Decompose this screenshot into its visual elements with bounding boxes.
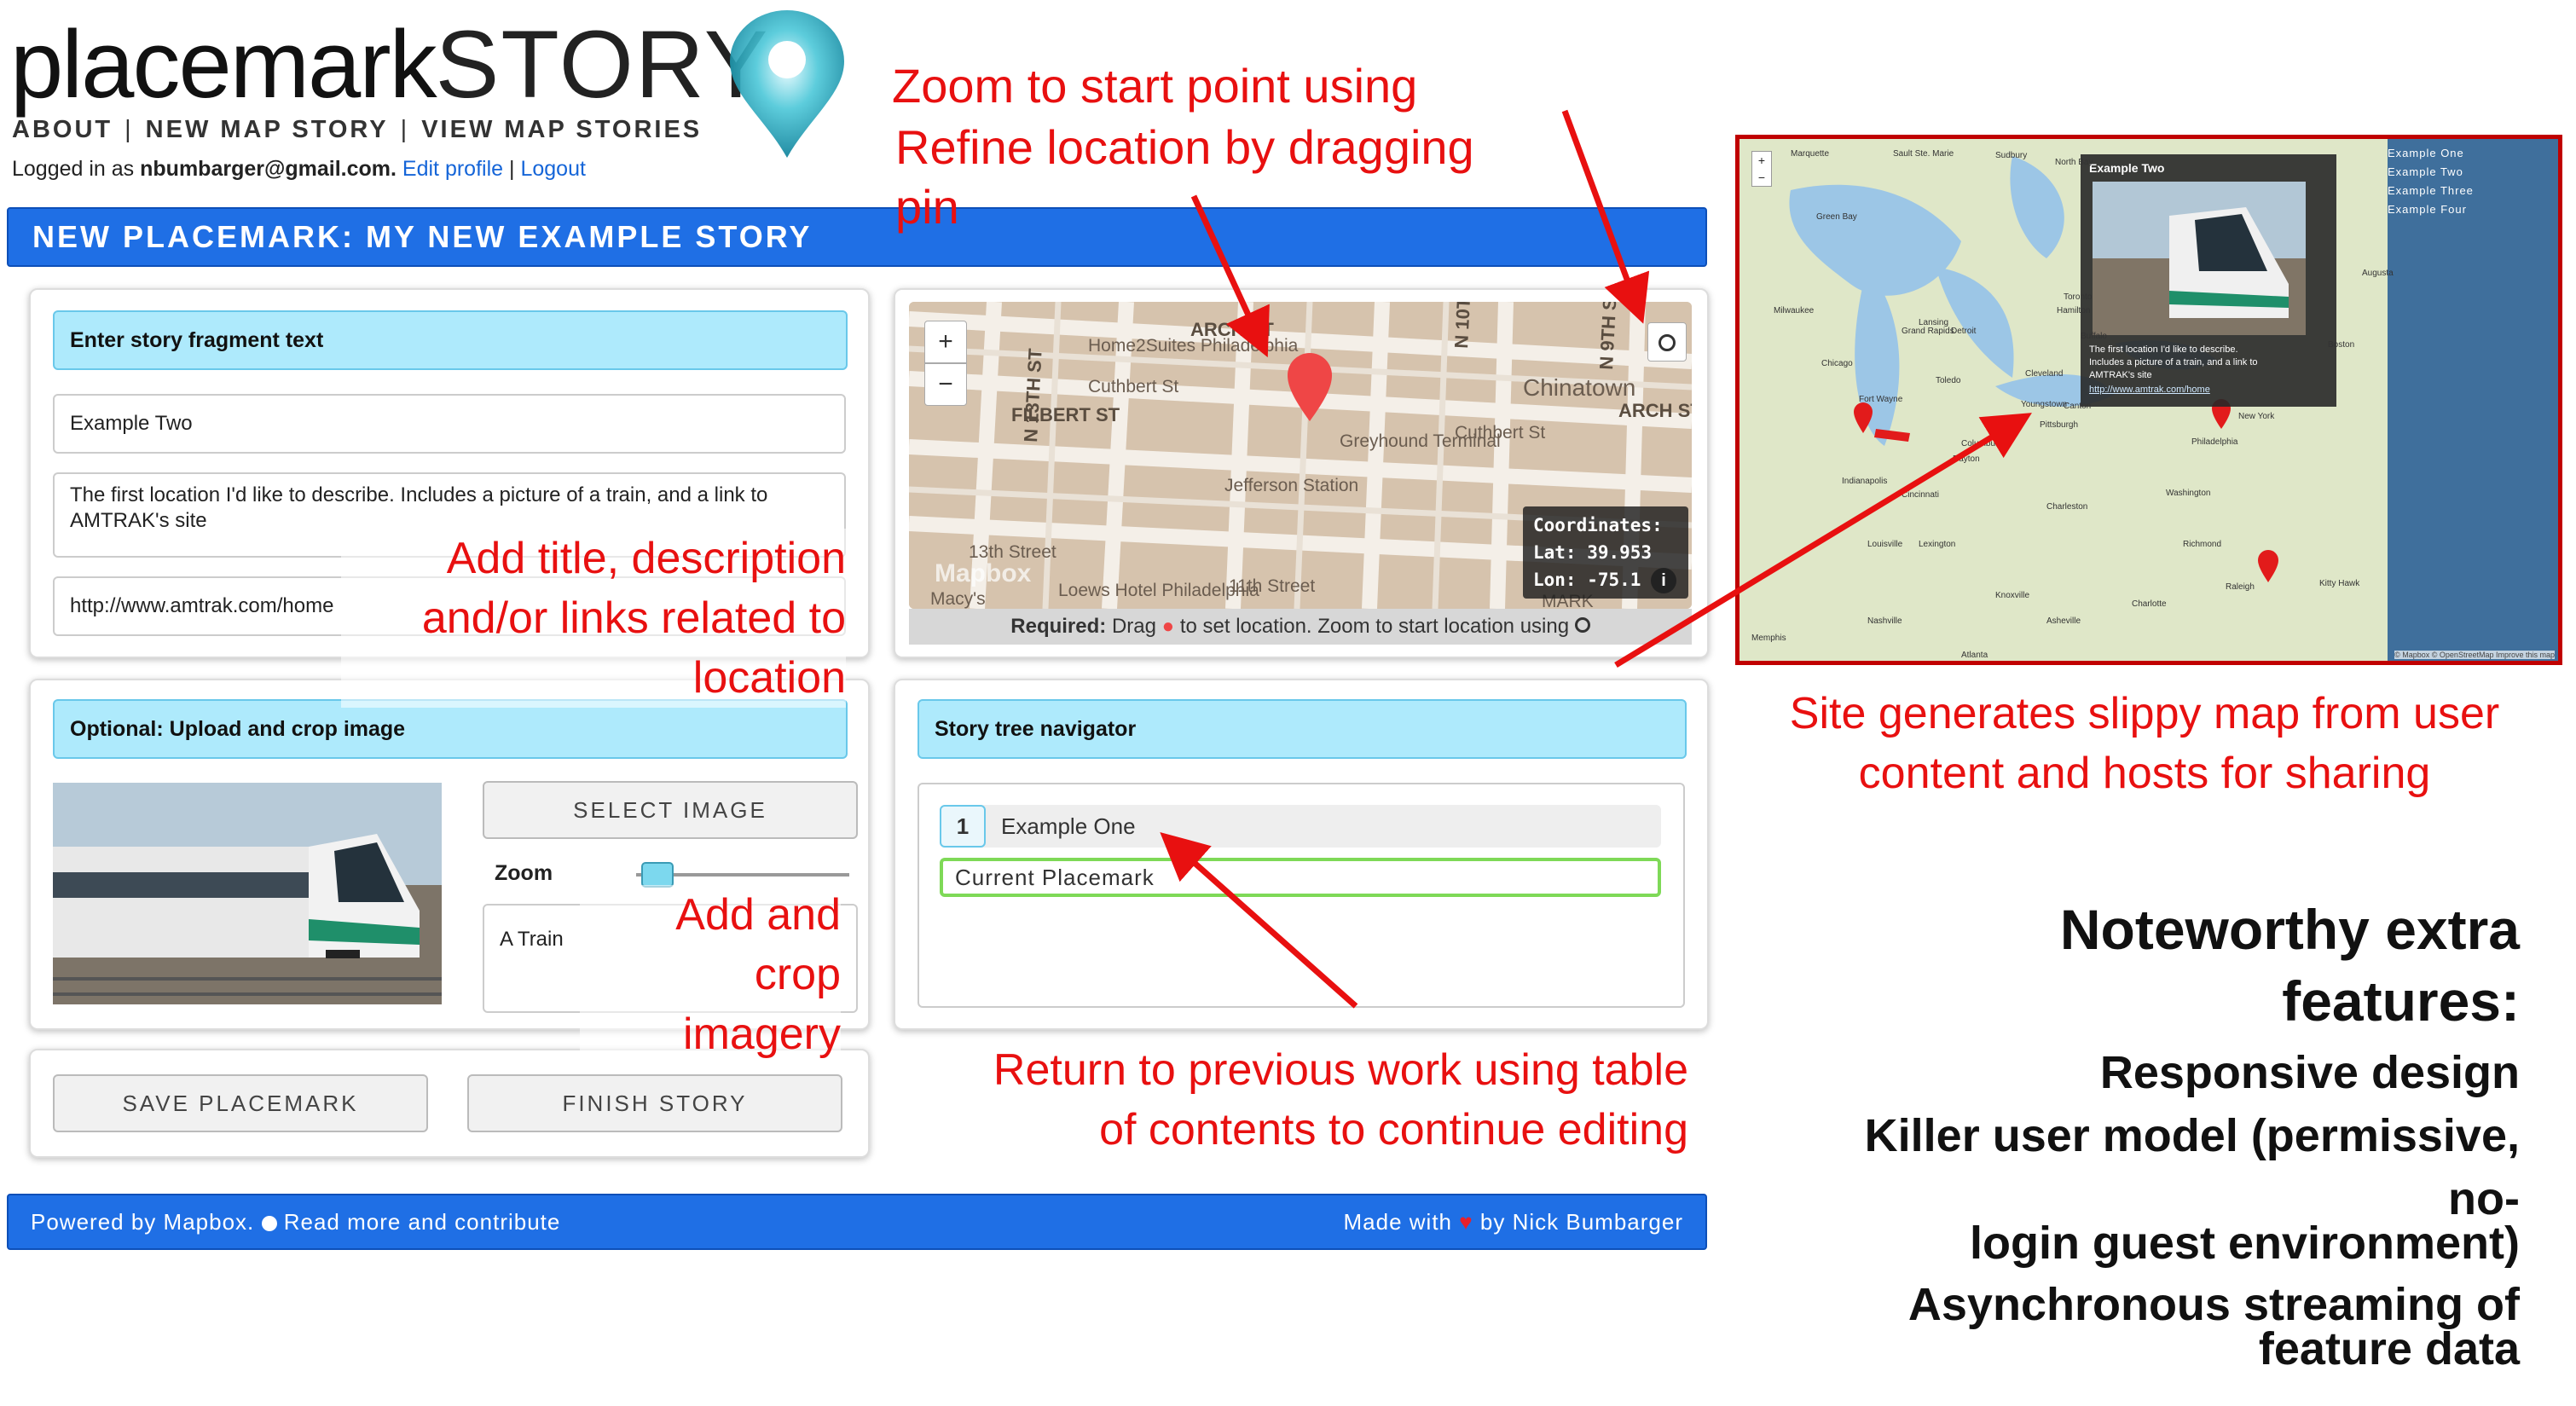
- annotation-add-crop: Add and crop imagery: [580, 885, 841, 1064]
- search-icon: [1658, 334, 1676, 351]
- tree-item-example-one[interactable]: 1 Example One: [940, 805, 1661, 848]
- page-title: NEW PLACEMARK: MY NEW EXAMPLE STORY: [32, 219, 813, 254]
- login-status: Logged in as nbumbarger@gmail.com. Edit …: [12, 157, 586, 181]
- map-label: Macy's: [930, 589, 986, 609]
- logo-story-text: STORY: [435, 11, 770, 118]
- annotation-add-title: Add title, description and/or links rela…: [341, 529, 846, 708]
- city-labels: Marquette Sault Ste. Marie Sudbury North…: [1751, 149, 2394, 660]
- image-panel-title: Optional: Upload and crop image: [53, 699, 848, 759]
- github-icon: [261, 1216, 277, 1232]
- feature-item: feature data: [2258, 1323, 2520, 1374]
- nav-new-map-story[interactable]: NEW MAP STORY: [146, 116, 389, 143]
- map-label: FILBERT ST: [1011, 404, 1120, 425]
- pin-icon: ●: [1161, 615, 1175, 638]
- map-label: Jefferson Station: [1224, 476, 1358, 495]
- feature-item: Killer user model (permissive,: [1864, 1110, 2520, 1161]
- site-logo[interactable]: placemarkSTORY: [10, 17, 769, 113]
- map-label: Chinatown: [1523, 374, 1635, 401]
- mapbox-watermark: Mapbox: [935, 559, 1032, 587]
- annotation-site-generates: Site generates slippy map from user cont…: [1789, 689, 2500, 798]
- toc-item[interactable]: Example Four: [2388, 200, 2558, 219]
- story-tree-box: 1 Example One Current Placemark: [918, 783, 1685, 1008]
- toc-item[interactable]: Example One: [2388, 144, 2558, 163]
- map-label: Greyhound Terminal: [1340, 431, 1501, 451]
- page-title-banner: NEW PLACEMARK: MY NEW EXAMPLE STORY: [7, 207, 1707, 267]
- feature-item: login guest environment): [1969, 1218, 2520, 1269]
- train-image: [53, 783, 442, 1004]
- map-attribution: © Mapbox © OpenStreetMap Improve this ma…: [2394, 651, 2555, 659]
- feature-item: no-: [2448, 1173, 2520, 1224]
- info-icon[interactable]: i: [1651, 568, 1676, 593]
- main-nav: ABOUT | NEW MAP STORY | VIEW MAP STORIES: [12, 116, 703, 143]
- heart-icon: ♥: [1459, 1209, 1473, 1235]
- user-email: nbumbarger@gmail.com.: [140, 157, 397, 181]
- feature-item: Asynchronous streaming of: [1907, 1279, 2520, 1330]
- generated-map-preview: + − Example Two The first location I'd li…: [1735, 135, 2562, 665]
- toc-item[interactable]: Example Two: [2388, 163, 2558, 182]
- title-input[interactable]: Example Two: [53, 394, 846, 454]
- map-label: 11th Street: [1229, 576, 1315, 596]
- zoom-in-button[interactable]: +: [924, 321, 967, 363]
- feature-item: Responsive design: [2099, 1047, 2520, 1098]
- toc-item[interactable]: Example Three: [2388, 182, 2558, 200]
- logo-main-text: placemark: [10, 11, 437, 118]
- select-image-button[interactable]: SELECT IMAGE: [483, 781, 858, 839]
- nav-about[interactable]: ABOUT: [12, 116, 113, 143]
- required-hint: Required: Drag ● to set location. Zoom t…: [909, 609, 1692, 645]
- map-panel: ARCH ST N 13TH ST FILBERT ST N 10TH ST A…: [894, 288, 1709, 658]
- location-pin-logo-icon: [723, 9, 851, 162]
- actions-panel: SAVE PLACEMARK FINISH STORY: [29, 1049, 870, 1158]
- finish-story-button[interactable]: FINISH STORY: [467, 1074, 842, 1132]
- annotation-refine-location: Refine location by dragging: [895, 120, 1474, 174]
- edit-profile-link[interactable]: Edit profile: [402, 157, 503, 181]
- annotation-return: Return to previous work using table of c…: [993, 1045, 1688, 1154]
- mapbox-link[interactable]: Mapbox: [164, 1209, 248, 1235]
- site-footer: Powered by Mapbox. Read more and contrib…: [7, 1194, 1707, 1250]
- location-map[interactable]: ARCH ST N 13TH ST FILBERT ST N 10TH ST A…: [909, 302, 1692, 609]
- features-heading: Noteworthy extra features:: [2059, 898, 2520, 1033]
- zoom-label: Zoom: [495, 861, 553, 885]
- story-toc: Example One Example Two Example Three Ex…: [2388, 144, 2558, 219]
- search-button[interactable]: [1647, 322, 1687, 362]
- story-tree-panel: Story tree navigator 1 Example One Curren…: [894, 679, 1709, 1030]
- tree-item-number: 1: [940, 805, 986, 848]
- zoom-slider[interactable]: [636, 862, 849, 888]
- nav-view-map-stories[interactable]: VIEW MAP STORIES: [421, 116, 702, 143]
- search-icon: [1574, 617, 1590, 633]
- annotation-zoom-start: Zoom to start point using: [892, 59, 1418, 113]
- current-placemark: Current Placemark: [940, 858, 1661, 897]
- story-text-panel-title: Enter story fragment text: [53, 310, 848, 370]
- save-placemark-button[interactable]: SAVE PLACEMARK: [53, 1074, 428, 1132]
- map-label: N 9TH ST: [1595, 302, 1621, 370]
- map-label: Home2Suites Philadelphia: [1088, 336, 1299, 356]
- latitude-value: Lat: 39.953: [1533, 542, 1653, 563]
- zoom-slider-handle[interactable]: [641, 862, 674, 888]
- logout-link[interactable]: Logout: [520, 157, 585, 181]
- read-more-link[interactable]: Read more and contribute: [284, 1209, 561, 1235]
- story-tree-panel-title: Story tree navigator: [918, 699, 1687, 759]
- map-label: ARCH ST: [1618, 400, 1692, 421]
- map-label: Cuthbert St: [1088, 377, 1178, 396]
- zoom-out-button[interactable]: −: [924, 363, 967, 406]
- annotation-pin: pin: [895, 180, 959, 234]
